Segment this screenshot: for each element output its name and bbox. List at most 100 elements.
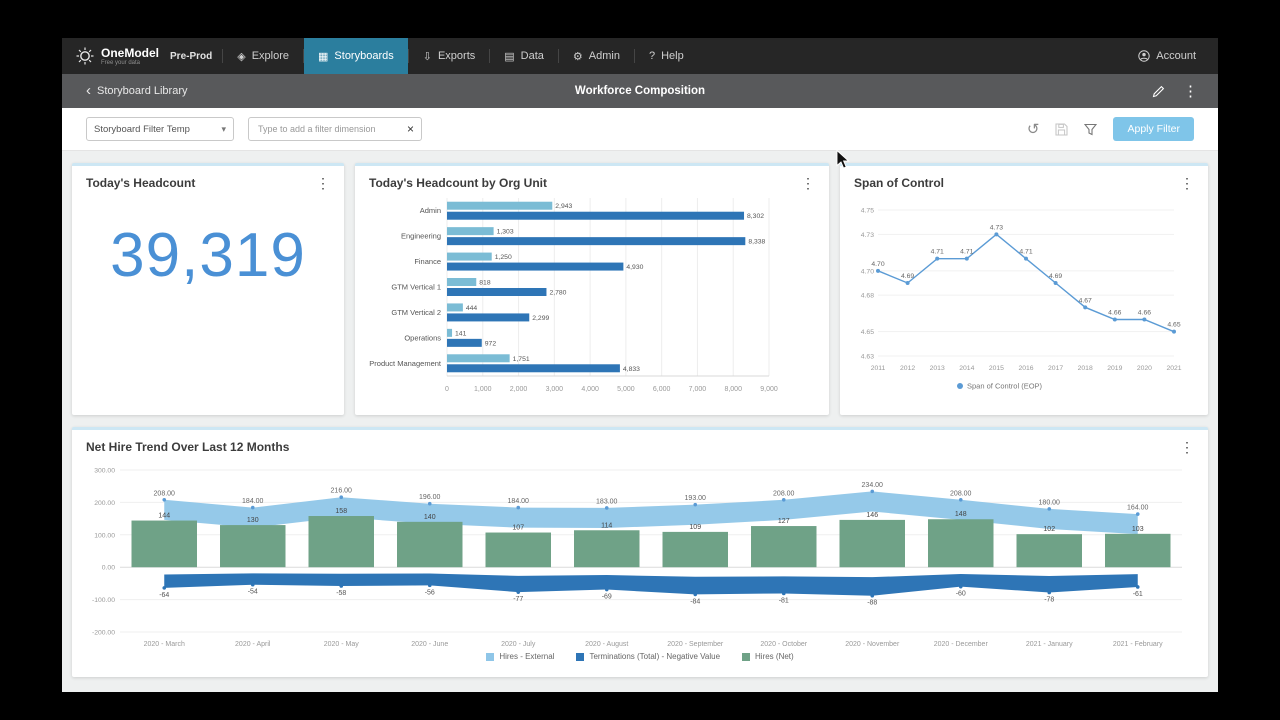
svg-text:208.00: 208.00 bbox=[773, 490, 795, 497]
svg-text:4.71: 4.71 bbox=[960, 249, 973, 256]
storyboards-icon: ▦ bbox=[318, 50, 328, 63]
svg-text:Operations: Operations bbox=[404, 333, 441, 342]
svg-text:183.00: 183.00 bbox=[596, 498, 618, 505]
legend-label: Hires (Net) bbox=[755, 652, 794, 661]
svg-text:148: 148 bbox=[955, 511, 967, 518]
svg-text:184.00: 184.00 bbox=[508, 498, 530, 505]
svg-text:-54: -54 bbox=[248, 589, 258, 596]
top-cards-row: Today's Headcount ⋮ 39,319 Today's Headc… bbox=[72, 163, 1208, 415]
letterbox: OneModel Free your data Pre-Prod ◈Explor… bbox=[0, 0, 1280, 720]
svg-text:-77: -77 bbox=[513, 596, 523, 603]
nav-item-explore[interactable]: ◈Explore bbox=[223, 38, 303, 74]
headcount-card-menu-icon[interactable]: ⋮ bbox=[314, 176, 332, 190]
svg-text:8,302: 8,302 bbox=[747, 213, 764, 220]
svg-text:-200.00: -200.00 bbox=[92, 630, 115, 637]
svg-text:234.00: 234.00 bbox=[862, 482, 884, 489]
nav-item-admin[interactable]: ⚙Admin bbox=[559, 38, 634, 74]
clear-filter-icon[interactable]: × bbox=[407, 123, 414, 135]
svg-text:2011: 2011 bbox=[871, 365, 886, 372]
svg-text:2020 - December: 2020 - December bbox=[934, 641, 989, 648]
net-hire-combo-chart: 300.00200.00100.000.00-100.00-200.001441… bbox=[72, 458, 1208, 650]
nav-item-exports[interactable]: ⇩ Exports bbox=[409, 38, 490, 74]
org-unit-card-title: Today's Headcount by Org Unit bbox=[369, 176, 547, 190]
svg-text:-88: -88 bbox=[867, 600, 877, 607]
svg-text:1,303: 1,303 bbox=[497, 229, 514, 236]
svg-text:5,000: 5,000 bbox=[617, 386, 635, 393]
undo-icon[interactable]: ↺ bbox=[1027, 120, 1040, 138]
svg-text:4.69: 4.69 bbox=[1049, 273, 1062, 280]
header-kebab-menu-icon[interactable]: ⋮ bbox=[1183, 82, 1198, 100]
legend-label: Hires - External bbox=[499, 652, 554, 661]
span-of-control-line-chart: 4.754.734.704.684.654.634.7020114.692012… bbox=[840, 194, 1208, 394]
net-hire-card-head: Net Hire Trend Over Last 12 Months ⋮ bbox=[72, 430, 1208, 458]
svg-text:2021 - January: 2021 - January bbox=[1026, 641, 1073, 648]
svg-text:Finance: Finance bbox=[414, 257, 441, 266]
svg-text:4.65: 4.65 bbox=[861, 329, 874, 336]
legend-swatch bbox=[486, 653, 494, 661]
brand[interactable]: OneModel Free your data Pre-Prod bbox=[62, 47, 222, 66]
svg-text:1,000: 1,000 bbox=[474, 386, 492, 393]
nav-item-label: Admin bbox=[589, 50, 620, 62]
save-filter-icon[interactable] bbox=[1055, 123, 1068, 136]
environment-label: Pre-Prod bbox=[170, 51, 212, 62]
svg-text:107: 107 bbox=[512, 525, 524, 532]
legend-label: Terminations (Total) - Negative Value bbox=[589, 652, 720, 661]
exports-icon: ⇩ bbox=[423, 50, 432, 63]
headcount-card-head: Today's Headcount ⋮ bbox=[72, 166, 344, 194]
svg-text:300.00: 300.00 bbox=[94, 468, 115, 475]
svg-text:2020 - October: 2020 - October bbox=[760, 641, 807, 648]
net-hire-card-menu-icon[interactable]: ⋮ bbox=[1178, 440, 1196, 454]
svg-text:4.71: 4.71 bbox=[931, 249, 944, 256]
org-unit-bar-chart: 01,0002,0003,0004,0005,0006,0007,0008,00… bbox=[355, 194, 829, 400]
legend-item[interactable]: Hires (Net) bbox=[742, 652, 794, 661]
svg-text:2,299: 2,299 bbox=[532, 315, 549, 322]
svg-text:2014: 2014 bbox=[959, 365, 974, 372]
svg-text:208.00: 208.00 bbox=[154, 490, 176, 497]
svg-text:4.65: 4.65 bbox=[1167, 322, 1180, 329]
nav-item-storyboards[interactable]: ▦Storyboards bbox=[304, 38, 408, 74]
subheader-actions: ⋮ bbox=[1152, 82, 1218, 100]
svg-text:-64: -64 bbox=[159, 592, 169, 599]
account-icon bbox=[1138, 50, 1150, 62]
svg-text:4.71: 4.71 bbox=[1019, 249, 1032, 256]
mouse-cursor bbox=[836, 150, 850, 170]
svg-text:196.00: 196.00 bbox=[419, 494, 441, 501]
svg-text:208.00: 208.00 bbox=[950, 490, 972, 497]
svg-text:216.00: 216.00 bbox=[331, 488, 353, 495]
svg-text:114: 114 bbox=[601, 522, 612, 529]
svg-text:GTM Vertical 2: GTM Vertical 2 bbox=[391, 308, 441, 317]
svg-text:141: 141 bbox=[455, 330, 467, 337]
explore-icon: ◈ bbox=[237, 50, 245, 63]
svg-text:2013: 2013 bbox=[930, 365, 945, 372]
span-card-menu-icon[interactable]: ⋮ bbox=[1178, 176, 1196, 190]
nav-item-account[interactable]: Account bbox=[1132, 50, 1202, 62]
edit-pencil-icon[interactable] bbox=[1152, 85, 1165, 98]
nav-item-label: Data bbox=[521, 50, 544, 62]
filter-funnel-icon[interactable] bbox=[1084, 123, 1097, 136]
nav-item-label: Help bbox=[661, 50, 684, 62]
svg-text:4,833: 4,833 bbox=[623, 366, 640, 373]
svg-text:2020 - July: 2020 - July bbox=[501, 641, 536, 648]
svg-text:-100.00: -100.00 bbox=[92, 597, 115, 604]
svg-text:193.00: 193.00 bbox=[685, 495, 707, 502]
nav-item-label: Exports bbox=[438, 50, 475, 62]
nav-item-help[interactable]: ?Help bbox=[635, 38, 698, 74]
legend-swatch bbox=[742, 653, 750, 661]
apply-filter-button[interactable]: Apply Filter bbox=[1113, 117, 1194, 141]
svg-text:2020 - August: 2020 - August bbox=[585, 641, 628, 648]
svg-text:2021 - February: 2021 - February bbox=[1113, 641, 1163, 648]
svg-text:4.73: 4.73 bbox=[861, 232, 874, 239]
svg-text:2,780: 2,780 bbox=[549, 290, 566, 297]
svg-text:-78: -78 bbox=[1044, 596, 1054, 603]
filter-dimension-input[interactable] bbox=[256, 123, 402, 135]
legend-item[interactable]: Terminations (Total) - Negative Value bbox=[576, 652, 720, 661]
svg-text:0: 0 bbox=[445, 386, 449, 393]
svg-text:818: 818 bbox=[479, 280, 491, 287]
filter-template-dropdown[interactable]: Storyboard Filter Temp ▾ bbox=[86, 117, 234, 141]
svg-text:-61: -61 bbox=[1133, 591, 1143, 598]
svg-text:Admin: Admin bbox=[420, 206, 441, 215]
nav-item-data[interactable]: ▤Data bbox=[490, 38, 558, 74]
svg-text:2,943: 2,943 bbox=[555, 203, 572, 210]
legend-item[interactable]: Hires - External bbox=[486, 652, 554, 661]
org-unit-card-menu-icon[interactable]: ⋮ bbox=[799, 176, 817, 190]
